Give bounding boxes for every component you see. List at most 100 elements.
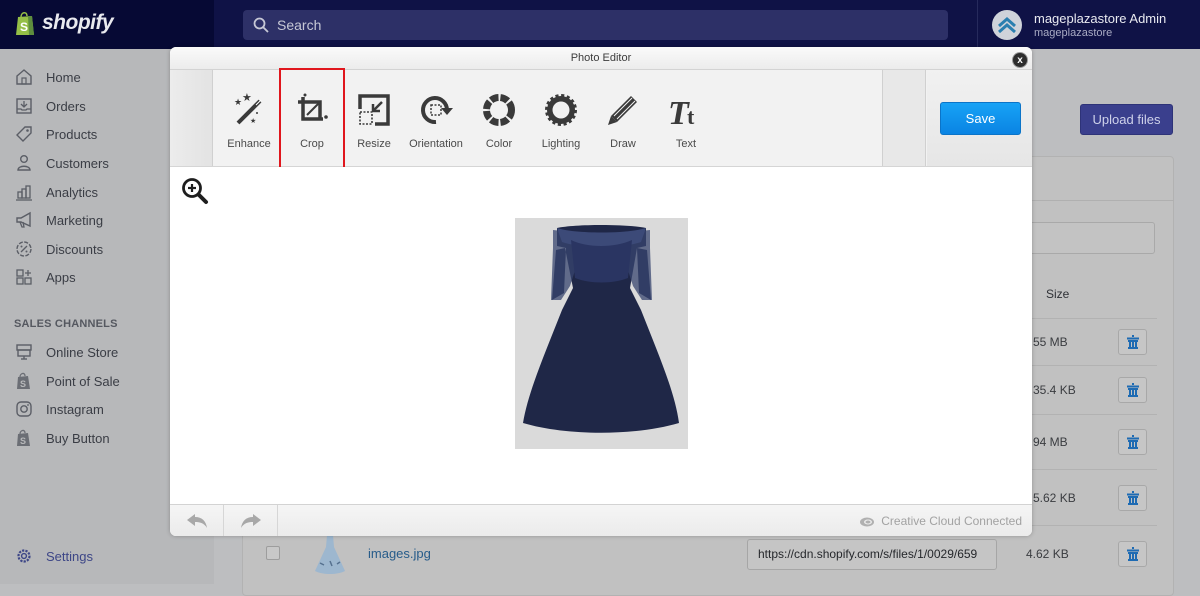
sidebar-item-label: Customers xyxy=(46,155,109,171)
trash-icon xyxy=(1126,435,1139,449)
sidebar-item-analytics[interactable]: Analytics xyxy=(14,180,98,204)
tool-color[interactable]: Color xyxy=(468,70,530,166)
text-icon: Tt xyxy=(668,92,704,128)
zoom-in-icon[interactable] xyxy=(180,177,210,205)
close-button[interactable]: x xyxy=(1012,52,1028,68)
undo-button[interactable] xyxy=(170,505,224,536)
sidebar-item-label: Instagram xyxy=(46,401,104,417)
tool-label: Enhance xyxy=(227,138,271,150)
sidebar-item-products[interactable]: Products xyxy=(14,122,97,146)
delete-file-button[interactable] xyxy=(1118,429,1147,455)
tool-label: Draw xyxy=(610,138,636,150)
sidebar-item-label: Buy Button xyxy=(46,430,110,446)
delete-file-button[interactable] xyxy=(1118,329,1147,355)
account-menu[interactable]: mageplazastore Admin mageplazastore xyxy=(977,0,1200,49)
sidebar-item-online-store[interactable]: Online Store xyxy=(14,340,118,364)
status-text: Creative Cloud Connected xyxy=(881,514,1022,528)
pencil-icon xyxy=(605,92,641,128)
sidebar-item-label: Analytics xyxy=(46,184,99,200)
undo-icon xyxy=(186,514,207,528)
delete-file-button[interactable] xyxy=(1118,377,1147,403)
sidebar-item-label: Discounts xyxy=(46,241,104,257)
tool-label: Color xyxy=(485,138,513,150)
editor-canvas xyxy=(170,167,1032,504)
search-input[interactable] xyxy=(277,17,877,33)
product-photo[interactable] xyxy=(515,218,688,449)
shopify-bag-icon: S xyxy=(14,371,34,391)
shopify-bag-icon: S xyxy=(16,12,34,35)
trash-icon xyxy=(1126,335,1139,349)
svg-text:★: ★ xyxy=(250,117,256,125)
account-store: mageplazastore xyxy=(1034,26,1113,39)
tool-draw[interactable]: Draw xyxy=(592,70,654,166)
file-size: 5.62 KB xyxy=(1033,491,1076,505)
tool-label: Text xyxy=(675,138,697,150)
toolbar-scroll-right[interactable] xyxy=(882,70,926,166)
sales-channels-heading: SALES CHANNELS xyxy=(14,318,118,330)
sidebar-item-buy-button[interactable]: S Buy Button xyxy=(14,426,110,450)
sidebar-item-apps[interactable]: Apps xyxy=(14,265,76,289)
trash-icon xyxy=(1126,491,1139,505)
photo-editor-modal: Photo Editor x ★★★ Enhance Crop Resize xyxy=(170,47,1032,536)
top-bar: S shopify mageplazastore Admin mageplaza… xyxy=(0,0,1200,49)
sidebar-item-orders[interactable]: Orders xyxy=(14,94,86,118)
tool-resize[interactable]: Resize xyxy=(343,70,405,166)
instagram-icon xyxy=(14,399,34,419)
sidebar-item-point-of-sale[interactable]: S Point of Sale xyxy=(14,369,120,393)
trash-icon xyxy=(1126,383,1139,397)
delete-file-button[interactable] xyxy=(1118,485,1147,511)
sidebar-item-instagram[interactable]: Instagram xyxy=(14,397,104,421)
svg-text:S: S xyxy=(20,379,26,389)
sidebar-item-label: Products xyxy=(46,126,98,142)
file-size: 94 MB xyxy=(1033,435,1068,449)
sidebar-item-discounts[interactable]: Discounts xyxy=(14,237,103,261)
delete-file-button[interactable] xyxy=(1118,541,1147,567)
save-button[interactable]: Save xyxy=(940,102,1021,135)
magic-wand-icon: ★ ★ ★ xyxy=(231,92,267,128)
svg-text:★: ★ xyxy=(234,97,242,107)
svg-text:S: S xyxy=(20,20,28,34)
upload-files-button[interactable]: Upload files xyxy=(1080,104,1173,135)
person-icon xyxy=(14,153,34,173)
redo-button[interactable] xyxy=(224,505,278,536)
color-wheel-icon xyxy=(481,92,517,128)
brand-name: shopify xyxy=(42,11,114,34)
orders-icon xyxy=(14,96,34,116)
file-name-link[interactable]: images.jpg xyxy=(368,546,431,561)
brand-zone: S shopify xyxy=(0,0,214,49)
file-select-checkbox[interactable] xyxy=(266,546,280,560)
dress-image xyxy=(515,218,688,449)
size-column-header: Size xyxy=(1046,287,1070,301)
store-icon xyxy=(14,342,34,362)
sidebar-item-label: Point of Sale xyxy=(46,373,120,389)
gear-icon xyxy=(14,546,34,566)
sidebar-item-label: Home xyxy=(46,69,81,85)
rotate-icon xyxy=(418,92,454,128)
file-size: 35.4 KB xyxy=(1033,383,1076,397)
file-size: 4.62 KB xyxy=(1026,547,1069,561)
sidebar-item-marketing[interactable]: Marketing xyxy=(14,208,103,232)
toolbar-scroll-left[interactable] xyxy=(170,70,213,166)
search-icon xyxy=(253,17,269,33)
sidebar-item-label: Apps xyxy=(46,269,76,285)
bar-chart-icon xyxy=(14,182,34,202)
shopify-logo[interactable]: S shopify xyxy=(14,10,114,36)
tool-enhance[interactable]: ★ ★ ★ Enhance xyxy=(218,70,280,166)
file-url-field[interactable]: https://cdn.shopify.com/s/files/1/0029/6… xyxy=(747,539,997,570)
tool-label: Resize xyxy=(357,138,391,150)
editor-footer: Creative Cloud Connected xyxy=(170,504,1032,536)
sun-icon xyxy=(543,92,579,128)
tool-text[interactable]: Tt Text xyxy=(655,70,717,166)
apps-icon xyxy=(14,267,34,287)
sidebar-item-home[interactable]: Home xyxy=(14,65,81,89)
sidebar-item-customers[interactable]: Customers xyxy=(14,151,109,175)
store-logo-icon xyxy=(998,16,1016,33)
svg-text:★: ★ xyxy=(242,93,252,104)
home-icon xyxy=(14,67,34,87)
sidebar-item-settings[interactable]: Settings xyxy=(14,544,93,568)
search-bar[interactable] xyxy=(243,10,948,40)
tool-orientation[interactable]: Orientation xyxy=(405,70,467,166)
tool-lighting[interactable]: Lighting xyxy=(530,70,592,166)
file-thumbnail[interactable] xyxy=(312,535,348,575)
avatar xyxy=(992,9,1022,40)
